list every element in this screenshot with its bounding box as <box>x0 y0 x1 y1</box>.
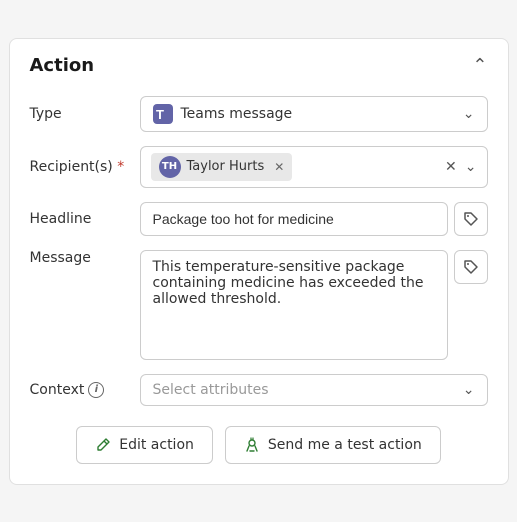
type-select-inner: T Teams message <box>153 104 293 124</box>
edit-action-icon <box>95 437 111 453</box>
context-label: Context <box>30 382 85 398</box>
context-label-group: Context i <box>30 382 140 398</box>
recipient-remove-icon[interactable]: ✕ <box>274 160 284 174</box>
recipients-select[interactable]: TH Taylor Hurts ✕ ✕ ⌄ <box>140 146 488 188</box>
svg-text:T: T <box>156 107 164 122</box>
test-action-label: Send me a test action <box>268 437 422 453</box>
teams-icon: T <box>153 104 173 124</box>
edit-action-button[interactable]: Edit action <box>76 426 213 464</box>
recipients-row: Recipient(s) * TH Taylor Hurts ✕ ✕ ⌄ <box>30 146 488 188</box>
card-header: Action ⌃ <box>30 55 488 76</box>
avatar: TH <box>159 156 181 178</box>
context-placeholder: Select attributes <box>153 382 269 398</box>
context-info-icon[interactable]: i <box>88 382 104 398</box>
type-label: Type <box>30 106 140 122</box>
headline-input[interactable] <box>140 202 448 236</box>
recipients-label: Recipient(s) * <box>30 159 140 175</box>
recipient-name: Taylor Hurts <box>187 159 265 174</box>
context-row: Context i Select attributes ⌄ <box>30 374 488 406</box>
edit-action-label: Edit action <box>119 437 194 453</box>
context-chevron-down-icon: ⌄ <box>463 382 475 398</box>
headline-edit-button[interactable] <box>454 202 488 236</box>
test-action-icon <box>244 437 260 453</box>
recipient-tag: TH Taylor Hurts ✕ <box>151 153 293 181</box>
clear-recipients-icon[interactable]: ✕ <box>445 159 457 175</box>
type-chevron-down-icon: ⌄ <box>463 106 475 122</box>
headline-row: Headline <box>30 202 488 236</box>
headline-label: Headline <box>30 211 140 227</box>
context-select[interactable]: Select attributes ⌄ <box>140 374 488 406</box>
message-label: Message <box>30 250 140 266</box>
message-input-group: This temperature-sensitive package conta… <box>140 250 488 360</box>
tag-icon-message <box>463 259 479 275</box>
recipient-controls: ✕ ⌄ <box>445 159 476 175</box>
headline-input-group <box>140 202 488 236</box>
type-row: Type T Teams message ⌄ <box>30 96 488 132</box>
action-card: Action ⌃ Type T Teams message ⌄ Recipien… <box>9 38 509 485</box>
type-select[interactable]: T Teams message ⌄ <box>140 96 488 132</box>
test-action-button[interactable]: Send me a test action <box>225 426 441 464</box>
page-title: Action <box>30 55 95 76</box>
footer-buttons: Edit action Send me a test action <box>30 426 488 464</box>
message-input[interactable]: This temperature-sensitive package conta… <box>140 250 448 360</box>
tag-icon <box>463 211 479 227</box>
collapse-icon[interactable]: ⌃ <box>472 55 487 76</box>
message-edit-button[interactable] <box>454 250 488 284</box>
recipients-chevron-down-icon[interactable]: ⌄ <box>465 159 477 175</box>
type-value: Teams message <box>181 106 293 122</box>
required-star: * <box>117 159 124 175</box>
message-row: Message This temperature-sensitive packa… <box>30 250 488 360</box>
